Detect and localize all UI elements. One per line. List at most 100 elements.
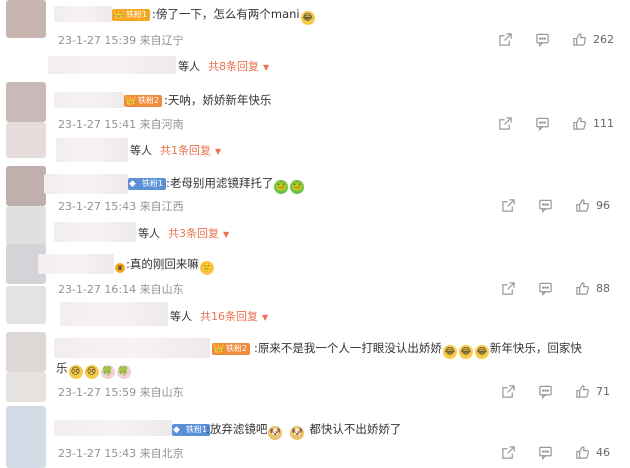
like-count: 71 — [596, 384, 610, 398]
cry-laugh-emoji-icon: 😂 — [474, 345, 489, 359]
doge-emoji-icon: 🐶 — [290, 426, 305, 440]
fan-badge: ◆ 铁粉1 — [172, 424, 211, 436]
comment-actions: 71 — [501, 383, 614, 399]
username[interactable] — [38, 254, 114, 274]
comment-actions: 88 — [501, 280, 614, 296]
comment-item: 👑 铁粉2 :天呐，娇娇新年快乐 23-1-27 15:41 来自河南 111 … — [0, 82, 630, 164]
comment-meta: 23-1-27 15:59 来自山东 — [58, 384, 184, 400]
comment-text: :放弃滤镜吧 🐶 🐶 都快认不出娇娇了 — [206, 422, 402, 440]
comment-time: 23-1-27 15:59 — [58, 386, 137, 399]
view-replies-link[interactable]: 共3条回复 — [168, 227, 219, 240]
username[interactable] — [54, 92, 124, 108]
comment-icon[interactable] — [535, 32, 550, 47]
comment-location: 来自江西 — [139, 200, 184, 213]
like-count: 96 — [596, 198, 610, 212]
comment-icon[interactable] — [538, 384, 553, 399]
fan-medal-icon: ◆ — [173, 425, 180, 435]
share-icon[interactable] — [498, 32, 513, 47]
avatar[interactable] — [6, 82, 46, 122]
comment-item: 👑 铁粉2 :原来不是我一个人一打眼没认出娇娇 😂 😂 😂 新年快乐，回家快 乐 😢 😢 🍀 🍀… — [0, 330, 630, 402]
share-icon[interactable] — [501, 198, 516, 213]
like-icon[interactable] — [575, 198, 590, 213]
like-icon[interactable] — [572, 116, 587, 131]
lucky-emoji-icon: 🍀 — [100, 365, 115, 379]
reply-summary: 等人 共3条回复 ▼ — [138, 227, 230, 240]
reply-avatars[interactable] — [54, 222, 136, 242]
caret-down-icon[interactable]: ▼ — [263, 63, 269, 72]
like-icon[interactable] — [575, 384, 590, 399]
caret-down-icon[interactable]: ▼ — [215, 147, 221, 156]
fan-medal-icon: 👑 — [213, 344, 225, 354]
reply-avatars[interactable] — [48, 56, 176, 74]
username[interactable] — [54, 6, 112, 22]
comment-icon[interactable] — [538, 445, 553, 460]
comment-text: :傍了一下，怎么有两个mani 😂 — [152, 7, 315, 25]
comment-actions: 111 — [498, 115, 614, 131]
comment-item: ◆ 铁粉1 :老母别用滤镜拜托了 🐸 🐸 23-1-27 15:43 来自江西 96… — [0, 164, 630, 250]
tear-emoji-icon: 😢 — [84, 365, 99, 379]
comment-text: :原来不是我一个人一打眼没认出娇娇 😂 😂 😂 新年快乐，回家快 — [254, 341, 582, 359]
frog-emoji-icon: 🐸 — [274, 180, 289, 194]
comment-meta: 23-1-27 15:39 来自辽宁 — [58, 32, 184, 48]
comment-location: 来自北京 — [139, 447, 184, 460]
fan-badge: ◆ 铁粉1 — [128, 178, 167, 190]
avatar[interactable] — [6, 166, 46, 206]
avatar[interactable] — [6, 406, 46, 468]
laugh-emoji-icon: 😂 — [300, 11, 315, 25]
avatar-secondary — [6, 372, 46, 402]
reply-summary: 等人 共16条回复 ▼ — [170, 310, 269, 323]
view-replies-link[interactable]: 共8条回复 — [208, 60, 259, 73]
doge-emoji-icon: 🐶 — [268, 426, 283, 440]
fan-badge: 👑 铁粉2 — [124, 95, 163, 107]
comment-actions: 96 — [501, 197, 614, 213]
comment-location: 来自山东 — [139, 283, 184, 296]
comment-actions: 262 — [498, 31, 614, 47]
username[interactable] — [54, 420, 172, 436]
share-icon[interactable] — [501, 445, 516, 460]
comment-meta: 23-1-27 15:41 来自河南 — [58, 116, 184, 132]
username[interactable] — [44, 174, 128, 194]
reply-summary: 等人 共1条回复 ▼ — [130, 144, 222, 157]
like-count: 262 — [593, 32, 614, 46]
like-icon[interactable] — [575, 281, 590, 296]
fan-badge: 👑 铁粉1 — [112, 9, 151, 21]
comment-item: 👑 铁粉1 :傍了一下，怎么有两个mani 😂 23-1-27 15:39 来自辽… — [0, 0, 630, 88]
comment-item: ◆ 铁粉1 :放弃滤镜吧 🐶 🐶 都快认不出娇娇了 23-1-27 15:43 来自北… — [0, 402, 630, 468]
comment-icon[interactable] — [535, 116, 550, 131]
comment-time: 23-1-27 15:39 — [58, 34, 137, 47]
avatar-secondary — [6, 122, 46, 158]
lucky-emoji-icon: 🍀 — [116, 365, 131, 379]
comment-location: 来自河南 — [139, 118, 184, 131]
fan-medal-icon: 👑 — [113, 10, 125, 20]
comment-time: 23-1-27 15:43 — [58, 200, 137, 213]
like-icon[interactable] — [572, 32, 587, 47]
smile-emoji-icon: 🙂 — [199, 261, 214, 275]
comment-text: :老母别用滤镜拜托了 🐸 🐸 — [166, 176, 305, 194]
reply-avatars[interactable] — [60, 302, 168, 326]
caret-down-icon[interactable]: ▼ — [223, 230, 229, 239]
cry-laugh-emoji-icon: 😂 — [458, 345, 473, 359]
view-replies-link[interactable]: 共16条回复 — [200, 310, 258, 323]
comment-item: ♛:真的刚回来嘛 🙂 23-1-27 16:14 来自山东 88 等人 共16条回复… — [0, 244, 630, 330]
avatar[interactable] — [6, 0, 46, 38]
fan-badge: 👑 铁粉2 — [212, 343, 251, 355]
fan-medal-icon: ♛ — [115, 263, 125, 273]
cry-laugh-emoji-icon: 😂 — [442, 345, 457, 359]
avatar-secondary — [6, 206, 46, 246]
like-icon[interactable] — [575, 445, 590, 460]
avatar[interactable] — [6, 332, 46, 372]
comment-text-line2: 乐 😢 😢 🍀 🍀 — [56, 361, 131, 379]
comment-text: ♛:真的刚回来嘛 🙂 — [115, 257, 214, 275]
username[interactable] — [54, 338, 210, 358]
share-icon[interactable] — [498, 116, 513, 131]
comment-icon[interactable] — [538, 281, 553, 296]
comment-meta: 23-1-27 15:43 来自北京 — [58, 445, 184, 461]
reply-avatars[interactable] — [56, 138, 128, 162]
caret-down-icon[interactable]: ▼ — [262, 313, 268, 322]
share-icon[interactable] — [501, 281, 516, 296]
comment-icon[interactable] — [538, 198, 553, 213]
view-replies-link[interactable]: 共1条回复 — [160, 144, 211, 157]
share-icon[interactable] — [501, 384, 516, 399]
comment-actions: 46 — [501, 444, 614, 460]
comment-text: :天呐，娇娇新年快乐 — [164, 93, 272, 107]
